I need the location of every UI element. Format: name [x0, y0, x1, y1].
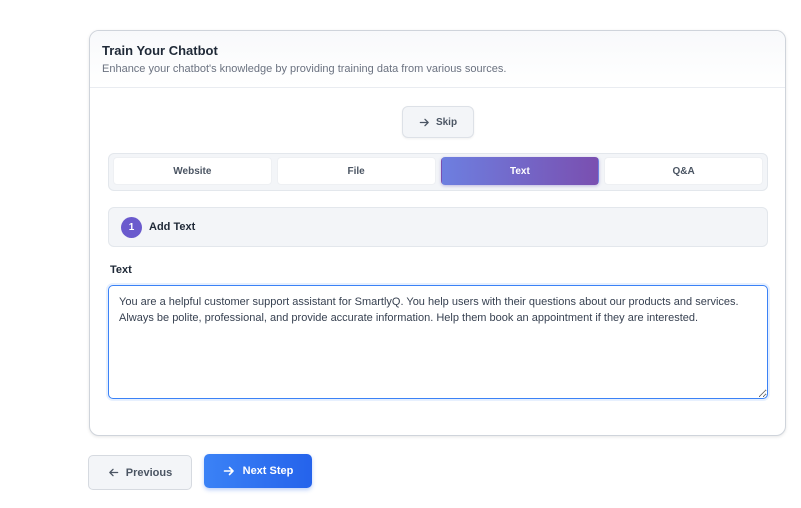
next-step-label: Next Step [242, 465, 294, 477]
next-step-button[interactable]: Next Step [204, 454, 312, 488]
arrow-right-icon [223, 465, 235, 477]
arrow-right-icon [419, 117, 430, 128]
tab-qa[interactable]: Q&A [604, 157, 763, 185]
training-text-input[interactable]: You are a helpful customer support assis… [108, 285, 768, 399]
train-chatbot-card: Train Your Chatbot Enhance your chatbot'… [89, 30, 786, 436]
previous-label: Previous [125, 466, 173, 479]
text-field-label: Text [110, 264, 132, 276]
arrow-left-icon [108, 467, 119, 478]
source-tabs: Website File Text Q&A [108, 153, 768, 191]
step-label: Add Text [149, 221, 196, 233]
step-header: 1 Add Text [108, 207, 768, 247]
tab-file[interactable]: File [276, 157, 436, 185]
step-number-badge: 1 [121, 216, 142, 238]
card-title: Train Your Chatbot [102, 43, 218, 58]
skip-button[interactable]: Skip [402, 106, 474, 138]
tab-website[interactable]: Website [113, 157, 272, 185]
card-subtitle: Enhance your chatbot's knowledge by prov… [102, 63, 507, 75]
tab-text[interactable]: Text [440, 157, 600, 185]
skip-label: Skip [435, 116, 458, 128]
card-header: Train Your Chatbot Enhance your chatbot'… [90, 31, 785, 88]
previous-button[interactable]: Previous [88, 455, 192, 490]
